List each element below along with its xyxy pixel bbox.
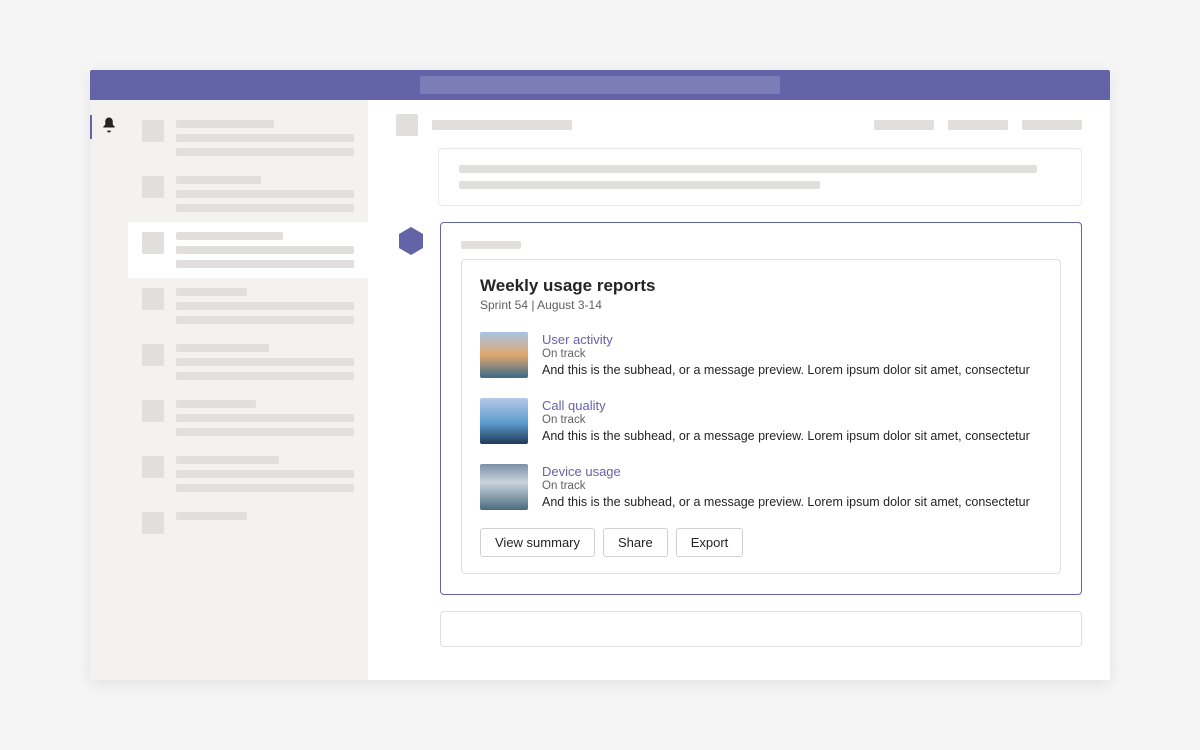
report-item: Device usage On track And this is the su… [480, 458, 1042, 524]
report-description: And this is the subhead, or a message pr… [542, 495, 1042, 509]
report-item: Call quality On track And this is the su… [480, 392, 1042, 458]
app-body: Weekly usage reports Sprint 54 | August … [90, 100, 1110, 680]
sidebar [128, 100, 368, 680]
card-subtitle: Sprint 54 | August 3-14 [480, 298, 1042, 312]
message-bubble [438, 148, 1082, 206]
avatar [142, 512, 164, 534]
avatar [142, 288, 164, 310]
list-item[interactable] [128, 446, 368, 502]
app-rail [90, 100, 128, 680]
export-button[interactable]: Export [676, 528, 744, 557]
thumbnail [480, 398, 528, 444]
report-link[interactable]: Device usage [542, 464, 1042, 479]
list-item[interactable] [128, 222, 368, 278]
report-description: And this is the subhead, or a message pr… [542, 363, 1042, 377]
list-item[interactable] [128, 334, 368, 390]
compose-input[interactable] [440, 611, 1082, 647]
list-item[interactable] [128, 166, 368, 222]
sender-name [461, 241, 521, 249]
avatar [142, 344, 164, 366]
channel-header [396, 114, 1082, 136]
chat-message [438, 148, 1082, 206]
report-card: Weekly usage reports Sprint 54 | August … [461, 259, 1061, 574]
list-item[interactable] [128, 278, 368, 334]
report-item: User activity On track And this is the s… [480, 326, 1042, 392]
app-window: Weekly usage reports Sprint 54 | August … [90, 70, 1110, 680]
share-button[interactable]: Share [603, 528, 668, 557]
report-status: On track [542, 480, 1042, 492]
bot-avatar [396, 226, 426, 256]
avatar [142, 456, 164, 478]
tab[interactable] [1022, 120, 1082, 130]
main-content: Weekly usage reports Sprint 54 | August … [368, 100, 1110, 680]
report-status: On track [542, 414, 1042, 426]
hexagon-icon [396, 243, 426, 260]
card-title: Weekly usage reports [480, 276, 1042, 296]
channel-title [432, 120, 572, 130]
adaptive-card-container: Weekly usage reports Sprint 54 | August … [440, 222, 1082, 595]
chat-message: Weekly usage reports Sprint 54 | August … [396, 222, 1082, 595]
card-actions: View summary Share Export [480, 528, 1042, 557]
search-input[interactable] [420, 76, 780, 94]
report-status: On track [542, 348, 1042, 360]
thumbnail [480, 332, 528, 378]
avatar [142, 232, 164, 254]
bell-icon [100, 116, 118, 139]
thumbnail [480, 464, 528, 510]
list-item[interactable] [128, 390, 368, 446]
avatar [396, 114, 418, 136]
rail-activity[interactable] [90, 108, 128, 146]
tab[interactable] [948, 120, 1008, 130]
view-summary-button[interactable]: View summary [480, 528, 595, 557]
avatar [142, 120, 164, 142]
avatar [142, 176, 164, 198]
tab[interactable] [874, 120, 934, 130]
list-item[interactable] [128, 110, 368, 166]
list-item[interactable] [128, 502, 368, 544]
report-link[interactable]: Call quality [542, 398, 1042, 413]
avatar [142, 400, 164, 422]
report-link[interactable]: User activity [542, 332, 1042, 347]
titlebar [90, 70, 1110, 100]
report-description: And this is the subhead, or a message pr… [542, 429, 1042, 443]
